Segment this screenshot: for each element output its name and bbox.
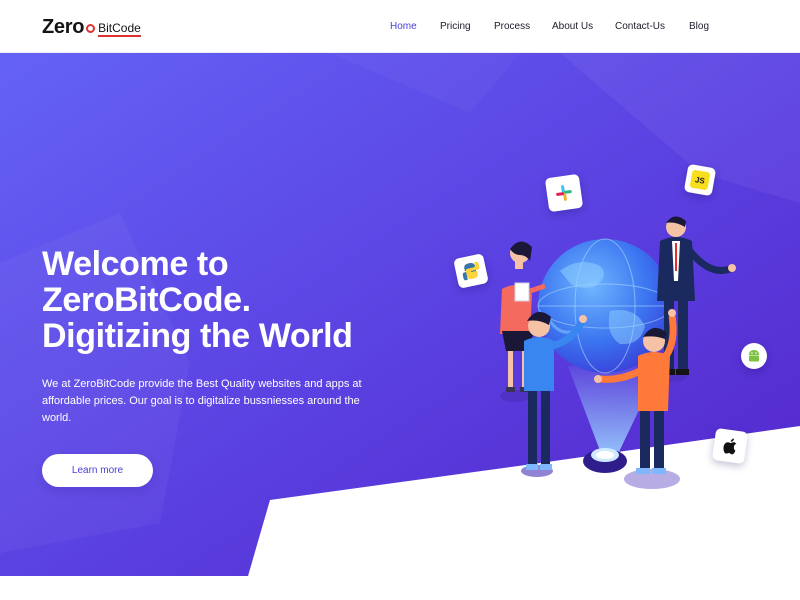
- hero-title-line-1: Welcome to: [42, 245, 229, 283]
- nav-blog[interactable]: Blog: [689, 20, 709, 34]
- hero-description: We at ZeroBitCode provide the Best Quali…: [42, 378, 362, 424]
- apple-icon: [711, 427, 749, 465]
- hero-title-line-3: Digitizing the World: [42, 317, 353, 355]
- nav-home[interactable]: Home: [390, 20, 417, 34]
- nav-about-us[interactable]: About Us: [552, 20, 593, 34]
- top-navbar: Zero BitCode Home Pricing Process About …: [0, 0, 800, 53]
- slack-icon: [544, 173, 584, 213]
- js-badge-text: JS: [689, 169, 711, 191]
- learn-more-button[interactable]: Learn more: [42, 454, 153, 487]
- hero-title: Welcome to ZeroBitCode. Digitizing the W…: [42, 246, 402, 354]
- nav-pricing[interactable]: Pricing: [440, 20, 471, 34]
- nav-contact-us[interactable]: Contact-Us: [615, 20, 665, 34]
- hero-illustration: [500, 216, 736, 489]
- python-icon: [453, 253, 489, 289]
- android-icon: [741, 343, 767, 369]
- main-nav: Home Pricing Process About Us Contact-Us…: [0, 20, 800, 36]
- javascript-icon: JS: [683, 163, 717, 197]
- hero-section: Welcome to ZeroBitCode. Digitizing the W…: [0, 53, 800, 600]
- hero-title-line-2: ZeroBitCode.: [42, 281, 251, 319]
- nav-process[interactable]: Process: [494, 20, 530, 34]
